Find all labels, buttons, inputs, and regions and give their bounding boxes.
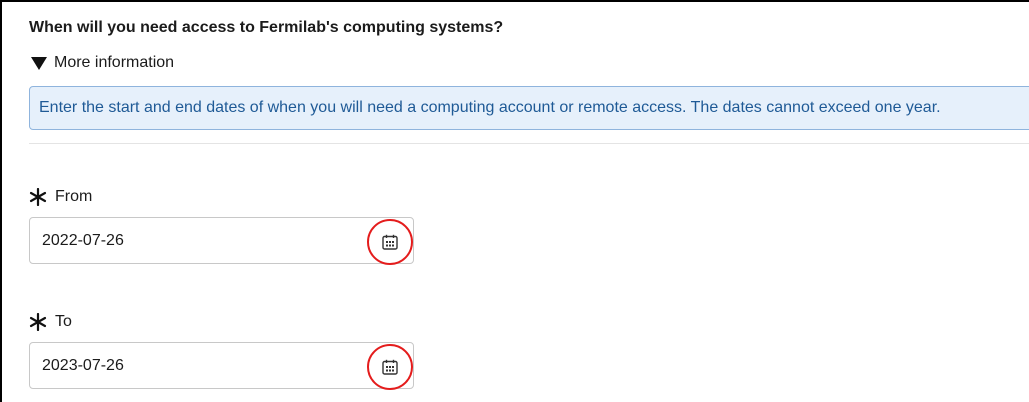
from-date-value: 2022-07-26 bbox=[42, 232, 124, 249]
required-asterisk-icon bbox=[29, 313, 47, 331]
calendar-icon[interactable] bbox=[382, 234, 398, 250]
triangle-down-icon bbox=[31, 56, 47, 70]
from-date-input[interactable]: 2022-07-26 bbox=[29, 217, 414, 264]
to-date-input[interactable]: 2023-07-26 bbox=[29, 342, 414, 389]
from-label-text: From bbox=[55, 188, 93, 205]
to-date-value: 2023-07-26 bbox=[42, 357, 124, 374]
more-information-toggle[interactable]: More information bbox=[31, 54, 174, 72]
info-message: Enter the start and end dates of when yo… bbox=[29, 86, 1029, 130]
to-label: To bbox=[29, 313, 72, 331]
calendar-icon[interactable] bbox=[382, 359, 398, 375]
to-label-text: To bbox=[55, 313, 72, 330]
from-label: From bbox=[29, 188, 92, 206]
form-panel: When will you need access to Fermilab's … bbox=[0, 0, 1029, 402]
more-information-label: More information bbox=[54, 54, 175, 71]
question-heading: When will you need access to Fermilab's … bbox=[29, 19, 504, 36]
required-asterisk-icon bbox=[29, 188, 47, 206]
divider bbox=[29, 143, 1029, 144]
